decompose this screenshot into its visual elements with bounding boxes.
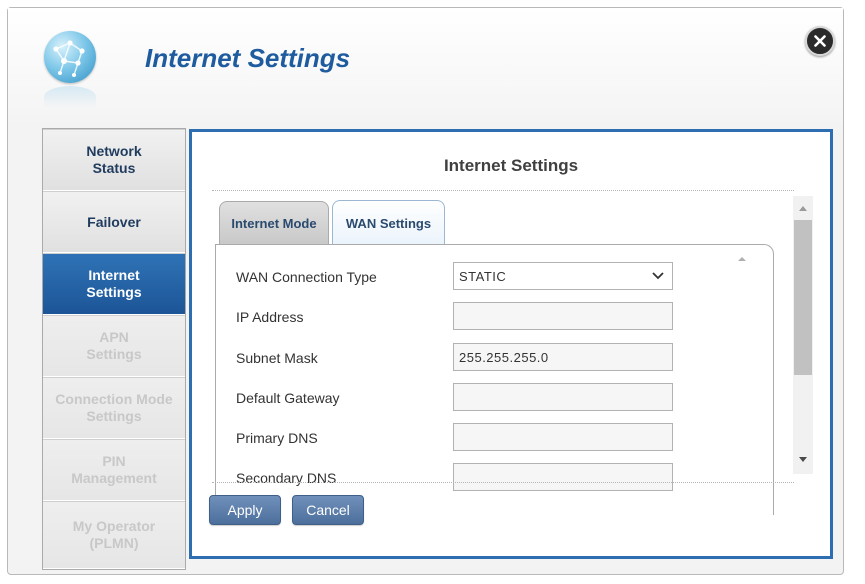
default-gateway-field[interactable] [453, 383, 673, 411]
wan-connection-type-value: STATIC [459, 269, 507, 284]
tab-wan-settings[interactable]: WAN Settings [332, 200, 445, 246]
panel-title: Internet Settings [443, 156, 579, 175]
ip-address-field[interactable] [453, 302, 673, 330]
close-icon [814, 35, 826, 47]
sidebar-item-label: Internet Settings [86, 267, 142, 300]
wan-settings-form: WAN Connection Type STATIC IP Address Su… [215, 244, 774, 515]
sidebar-item-internet-settings[interactable]: Internet Settings [43, 253, 185, 315]
sidebar-item-connection-mode-settings: Connection Mode Settings [43, 377, 185, 439]
sidebar-item-network-status[interactable]: Network Status [43, 129, 185, 191]
default-gateway-label: Default Gateway [236, 390, 340, 406]
divider [212, 482, 794, 483]
sidebar-item-apn-settings: APN Settings [43, 315, 185, 377]
sidebar-item-label: PIN Management [71, 453, 157, 486]
sidebar-item-my-operator: My Operator (PLMN) [43, 501, 185, 569]
primary-dns-label: Primary DNS [236, 430, 318, 446]
subnet-mask-label: Subnet Mask [236, 350, 318, 366]
primary-dns-field[interactable] [453, 423, 673, 451]
close-button[interactable] [805, 26, 835, 56]
sidebar-item-failover[interactable]: Failover [43, 191, 185, 253]
sidebar-item-label: Network Status [86, 143, 142, 176]
main-panel: Internet Settings Internet Mode WAN Sett… [189, 129, 833, 559]
sidebar-item-pin-management: PIN Management [43, 439, 185, 501]
scroll-down-icon[interactable] [798, 456, 808, 464]
sidebar: Network Status Failover Internet Setting… [42, 128, 186, 570]
scroll-up-icon[interactable] [736, 253, 748, 265]
dialog-header: Internet Settings [8, 8, 843, 122]
sidebar-item-label: Failover [87, 213, 141, 230]
globe-icon [44, 31, 96, 83]
cancel-button[interactable]: Cancel [292, 495, 364, 525]
sidebar-item-label: Connection Mode Settings [55, 391, 173, 424]
settings-dialog: Internet Settings Network Status Failove… [7, 7, 844, 575]
page-title: Internet Settings [145, 43, 351, 73]
subnet-mask-field[interactable]: 255.255.255.0 [453, 343, 673, 371]
secondary-dns-field[interactable] [453, 463, 673, 491]
tab-label: WAN Settings [345, 216, 432, 231]
secondary-dns-label: Secondary DNS [236, 470, 337, 486]
globe-reflection [44, 86, 96, 108]
tab-internet-mode[interactable]: Internet Mode [219, 201, 329, 245]
scrollbar-thumb[interactable] [794, 220, 812, 375]
chevron-down-icon [652, 272, 664, 280]
scroll-up-icon[interactable] [798, 204, 808, 212]
sidebar-item-label: APN Settings [86, 329, 142, 362]
apply-button[interactable]: Apply [209, 495, 281, 525]
divider [212, 190, 794, 191]
tab-label: Internet Mode [231, 216, 317, 231]
ip-address-label: IP Address [236, 309, 304, 325]
wan-connection-type-label: WAN Connection Type [236, 269, 377, 285]
wan-connection-type-select[interactable]: STATIC [453, 262, 673, 290]
sidebar-item-label: My Operator (PLMN) [72, 518, 156, 551]
